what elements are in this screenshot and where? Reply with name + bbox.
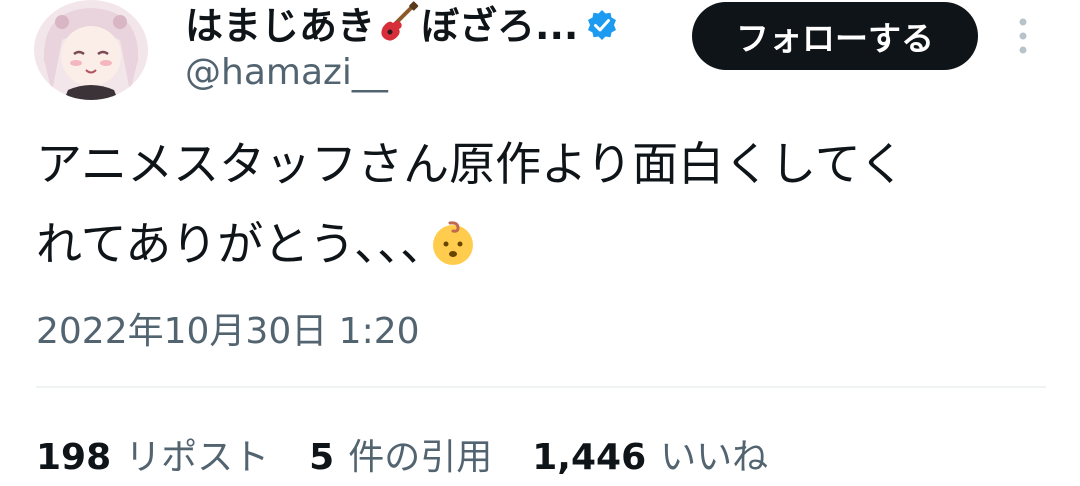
display-name[interactable]: はまじあき ぼざろ... [185, 0, 618, 48]
avatar[interactable] [34, 0, 148, 100]
quote-count[interactable]: 5 件の引用 [309, 428, 492, 480]
display-name-text: はまじあき [185, 3, 376, 48]
tweet-text-line-2: れてありがとう､､､ [36, 204, 1036, 284]
repost-count-label: リポスト [125, 437, 270, 478]
tweet-text-line-1: アニメスタッフさん原作より面白くしてく [36, 137, 906, 191]
like-count-label: いいね [660, 437, 769, 478]
display-name-suffix: ぼざろ... [421, 3, 579, 48]
quote-count-value: 5 [309, 437, 335, 478]
more-vertical-icon[interactable] [1008, 14, 1038, 58]
repost-count[interactable]: 198 リポスト [36, 428, 269, 480]
baby-emoji-icon [428, 212, 478, 265]
repost-count-value: 198 [36, 437, 112, 478]
avatar-image [34, 0, 148, 100]
guitar-emoji-icon [377, 1, 419, 43]
engagement-stats: 198 リポスト 5 件の引用 1,446 いいね [36, 428, 808, 480]
divider [36, 386, 1046, 388]
follow-button[interactable]: フォローする [692, 2, 978, 70]
tweet-timestamp[interactable]: 2022年10月30日 1:20 [36, 302, 420, 354]
like-count-value: 1,446 [532, 437, 647, 478]
tweet-text-line-2-text: れてありがとう､､､ [36, 217, 425, 271]
user-handle[interactable]: @hamazi__ [185, 52, 388, 93]
like-count[interactable]: 1,446 いいね [532, 428, 768, 480]
verified-badge-icon[interactable] [586, 6, 618, 40]
tweet-text: アニメスタッフさん原作より面白くしてく れてありがとう､､､ [36, 124, 1036, 284]
quote-count-label: 件の引用 [348, 437, 493, 478]
